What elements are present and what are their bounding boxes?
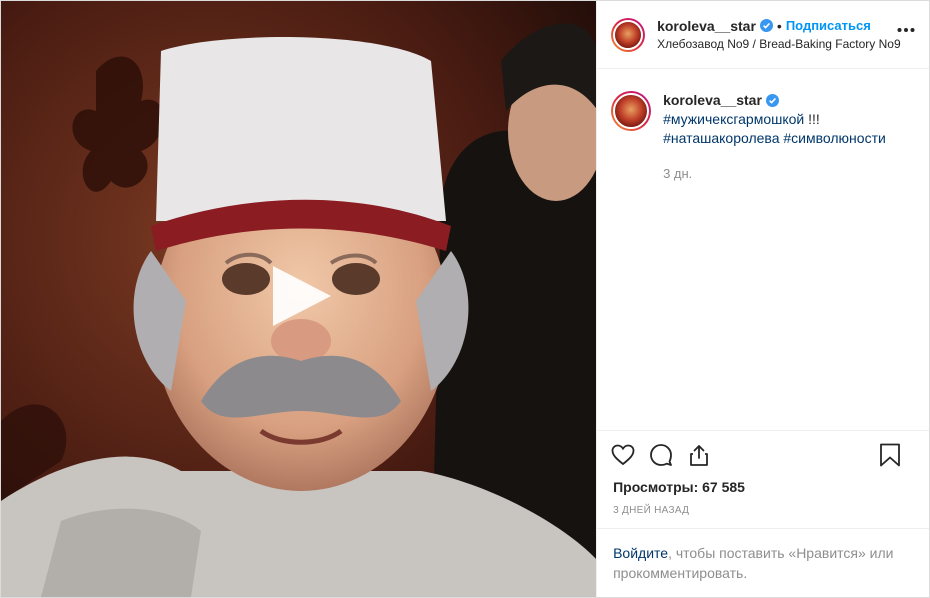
caption-avatar[interactable]	[611, 91, 652, 131]
post-header: koroleva__star • Подписаться Хлебозавод …	[597, 1, 929, 69]
login-prompt: Войдите, чтобы поставить «Нравится» или …	[597, 528, 929, 597]
comment-icon[interactable]	[649, 443, 673, 467]
post-sidebar: koroleva__star • Подписаться Хлебозавод …	[596, 1, 929, 597]
bookmark-icon[interactable]	[879, 443, 901, 467]
views-label: Просмотры:	[613, 479, 699, 495]
instagram-post: koroleva__star • Подписаться Хлебозавод …	[0, 0, 930, 598]
header-separator: •	[776, 17, 782, 34]
hashtag-link[interactable]: #наташакоролева	[663, 130, 779, 146]
more-horizontal-icon[interactable]	[897, 27, 915, 33]
caption-timestamp: 3 дн.	[663, 166, 693, 181]
login-link[interactable]: Войдите	[613, 545, 668, 561]
heart-icon[interactable]	[611, 443, 635, 467]
hashtag-link[interactable]: #мужичексгармошкой	[663, 111, 804, 127]
hashtag-link[interactable]: #символюности	[783, 130, 885, 146]
view-count[interactable]: Просмотры: 67 585	[597, 479, 929, 495]
caption-text: !!!	[804, 111, 820, 127]
post-location[interactable]: Хлебозавод No9 / Bread-Baking Factory No…	[657, 35, 901, 53]
play-icon	[273, 266, 331, 326]
caption-username[interactable]: koroleva__star	[663, 91, 762, 110]
verified-badge-icon	[765, 94, 779, 107]
post-caption: koroleva__star #мужичексгармошкой !!! #н…	[597, 69, 929, 430]
play-button[interactable]	[267, 263, 333, 329]
post-date[interactable]: 3 ДНЕЙ НАЗАД	[597, 495, 929, 528]
author-username[interactable]: koroleva__star	[657, 17, 756, 35]
action-bar	[597, 430, 929, 479]
video-player[interactable]	[1, 1, 597, 597]
share-icon[interactable]	[687, 443, 711, 467]
author-avatar[interactable]	[611, 17, 646, 52]
views-value: 67 585	[702, 479, 745, 495]
verified-badge-icon	[759, 19, 773, 32]
follow-button[interactable]: Подписаться	[786, 17, 871, 35]
